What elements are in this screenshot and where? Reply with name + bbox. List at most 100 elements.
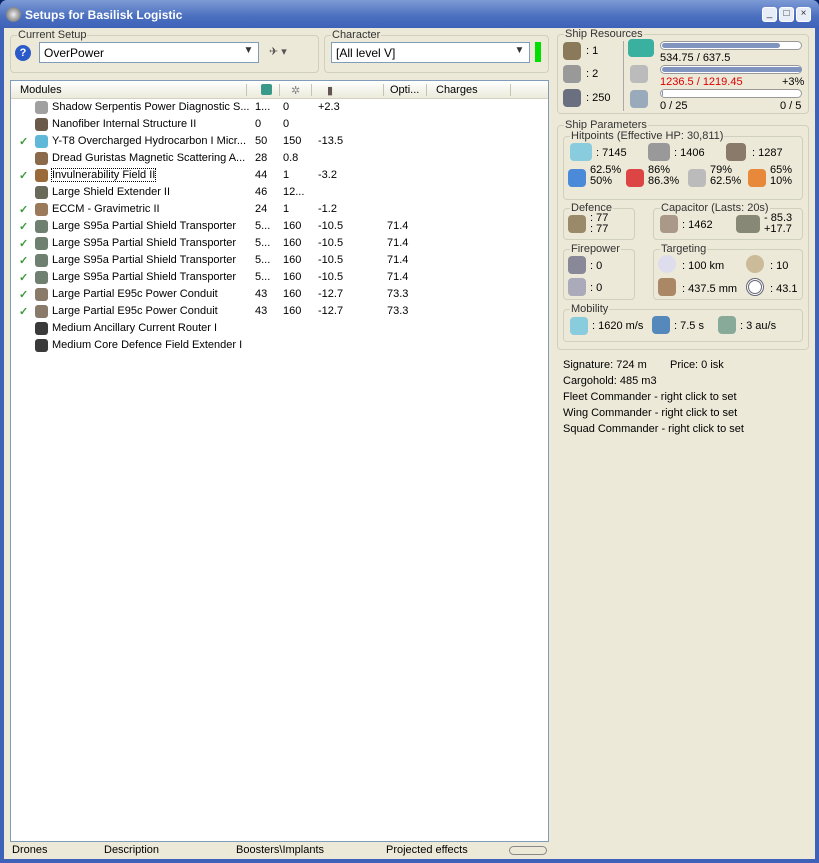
module-row[interactable]: Nanofiber Internal Structure II 0 0: [11, 116, 548, 133]
module-power: 160: [283, 237, 302, 249]
active-check-icon[interactable]: ✓: [19, 237, 28, 250]
minimize-button[interactable]: _: [762, 7, 777, 22]
active-check-icon[interactable]: ✓: [19, 203, 28, 216]
active-check-icon[interactable]: ✓: [19, 220, 28, 233]
price: Price: 0 isk: [670, 359, 724, 371]
capacitor-label: Capacitor (Lasts: 20s): [660, 202, 770, 214]
fleet-commander[interactable]: Fleet Commander - right click to set: [563, 391, 737, 403]
active-check-icon[interactable]: ✓: [19, 305, 28, 318]
ship-resources-group: Ship Resources : 1 : 2 : 250 534.75 / 63…: [557, 28, 809, 114]
setup-select[interactable]: OverPower ▼: [39, 42, 259, 63]
module-icon: [35, 305, 48, 318]
module-row[interactable]: ✓ Large S95a Partial Shield Transporter 5.…: [11, 252, 548, 269]
scan-resolution-icon: [658, 278, 676, 296]
module-cap: -12.7: [318, 288, 344, 300]
module-row[interactable]: ✓ Large S95a Partial Shield Transporter 5.…: [11, 269, 548, 286]
active-check-icon[interactable]: ✓: [19, 271, 28, 284]
module-row[interactable]: Shadow Serpentis Power Diagnostic S... 1.…: [11, 99, 548, 116]
module-name: Large Shield Extender II: [52, 186, 171, 198]
close-button[interactable]: ×: [796, 7, 811, 22]
power-column-icon[interactable]: ✲: [291, 84, 300, 97]
maximize-button[interactable]: □: [779, 7, 794, 22]
column-charges[interactable]: Charges: [436, 84, 478, 96]
module-icon: [35, 254, 48, 267]
drone-bay-icon: [563, 89, 581, 107]
module-icon: [35, 271, 48, 284]
launcher-hardpoint-icon: [563, 65, 581, 83]
module-name: Large S95a Partial Shield Transporter: [52, 271, 237, 283]
module-optimal: 73.3: [387, 305, 409, 317]
drone-bay-value: : 250: [586, 92, 611, 104]
module-row[interactable]: ✓ ECCM - Gravimetric II 24 1 -1.2: [11, 201, 548, 218]
title-bar[interactable]: Setups for Basilisk Logistic _ □ ×: [0, 0, 819, 28]
tab-projected-effects[interactable]: Projected effects: [386, 844, 468, 856]
module-cap: -3.2: [318, 169, 337, 181]
module-power: 160: [283, 288, 302, 300]
wing-commander[interactable]: Wing Commander - right click to set: [563, 407, 737, 419]
module-row[interactable]: ✓ Y-T8 Overcharged Hydrocarbon I Micr... 5…: [11, 133, 548, 150]
module-power: 160: [283, 254, 302, 266]
turret-hardpoint-icon: [563, 42, 581, 60]
module-icon: [35, 186, 48, 199]
tab-scroll-control[interactable]: [509, 846, 547, 855]
module-icon: [35, 339, 48, 352]
tab-boosters-implants[interactable]: Boosters\Implants: [236, 844, 324, 856]
setup-actions-button[interactable]: ✈ ▾: [269, 45, 299, 61]
shield-hp: : 7145: [596, 147, 627, 159]
setup-value: OverPower: [44, 46, 105, 60]
module-cpu: 44: [255, 169, 268, 181]
module-name: Large S95a Partial Shield Transporter: [52, 237, 237, 249]
current-setup-group: Current Setup ? OverPower ▼ ✈ ▾: [10, 29, 319, 73]
module-row[interactable]: Dread Guristas Magnetic Scattering A... 2…: [11, 150, 548, 167]
tab-drones[interactable]: Drones: [12, 844, 47, 856]
armor-hp: : 1406: [674, 147, 705, 159]
turret-count: : 1: [586, 45, 599, 57]
module-name: Y-T8 Overcharged Hydrocarbon I Micr...: [52, 135, 247, 147]
capacitor-value: : 1462: [682, 219, 713, 231]
active-check-icon[interactable]: ✓: [19, 169, 28, 182]
character-select[interactable]: [All level V] ▼: [331, 42, 530, 63]
module-cpu: 43: [255, 288, 268, 300]
module-row[interactable]: ✓ Invulnerability Field II 44 1 -3.2: [11, 167, 548, 184]
module-cpu: 43: [255, 305, 268, 317]
capacitor-column-icon[interactable]: ▮: [327, 84, 333, 97]
cpu-column-icon[interactable]: [261, 84, 272, 95]
module-cpu: 46: [255, 186, 268, 198]
target-range: : 100 km: [682, 260, 725, 272]
active-check-icon[interactable]: ✓: [19, 135, 28, 148]
module-row[interactable]: ✓ Large S95a Partial Shield Transporter 5.…: [11, 235, 548, 252]
active-check-icon[interactable]: ✓: [19, 254, 28, 267]
module-optimal: 71.4: [387, 271, 409, 283]
module-power: 1: [283, 169, 290, 181]
column-optimal[interactable]: Opti...: [390, 84, 419, 96]
modules-list[interactable]: Modules ✲ ▮ Opti... Charges Shadow Serpe…: [10, 80, 549, 842]
module-row[interactable]: Medium Core Defence Field Extender I: [11, 337, 548, 354]
module-power: 150: [283, 135, 302, 147]
squad-commander[interactable]: Squad Commander - right click to set: [563, 423, 744, 435]
explosive-resists: 65% 10%: [770, 164, 793, 187]
module-optimal: 71.4: [387, 254, 409, 266]
align-time-icon: [652, 316, 670, 334]
hitpoints-group: Hitpoints (Effective HP: 30,811) : 7145 …: [563, 130, 803, 200]
kinetic-resists: 79% 62.5%: [710, 164, 742, 187]
column-modules[interactable]: Modules: [20, 84, 62, 96]
active-check-icon[interactable]: ✓: [19, 288, 28, 301]
module-cpu: 5...: [255, 237, 271, 249]
module-cpu: 5...: [255, 220, 271, 232]
module-row[interactable]: ✓ Large Partial E95c Power Conduit 43 160 -1…: [11, 303, 548, 320]
module-name: Dread Guristas Magnetic Scattering A...: [52, 152, 246, 164]
bottom-tabs: Drones Description Boosters\Implants Pro…: [4, 842, 549, 859]
module-row[interactable]: ✓ Large S95a Partial Shield Transporter 5.…: [11, 218, 548, 235]
structure-hp: : 1287: [752, 147, 783, 159]
help-icon[interactable]: ?: [15, 45, 31, 61]
cap-recharge-icon: [736, 215, 760, 233]
module-row[interactable]: Medium Ancillary Current Router I: [11, 320, 548, 337]
module-cap: -12.7: [318, 305, 344, 317]
client-area: Current Setup ? OverPower ▼ ✈ ▾ Character…: [4, 28, 815, 859]
module-optimal: 71.4: [387, 220, 409, 232]
module-row[interactable]: ✓ Large Partial E95c Power Conduit 43 160 -1…: [11, 286, 548, 303]
module-row[interactable]: Large Shield Extender II 46 12...: [11, 184, 548, 201]
tab-description[interactable]: Description: [104, 844, 159, 856]
module-icon: [35, 135, 48, 148]
module-icon: [35, 220, 48, 233]
